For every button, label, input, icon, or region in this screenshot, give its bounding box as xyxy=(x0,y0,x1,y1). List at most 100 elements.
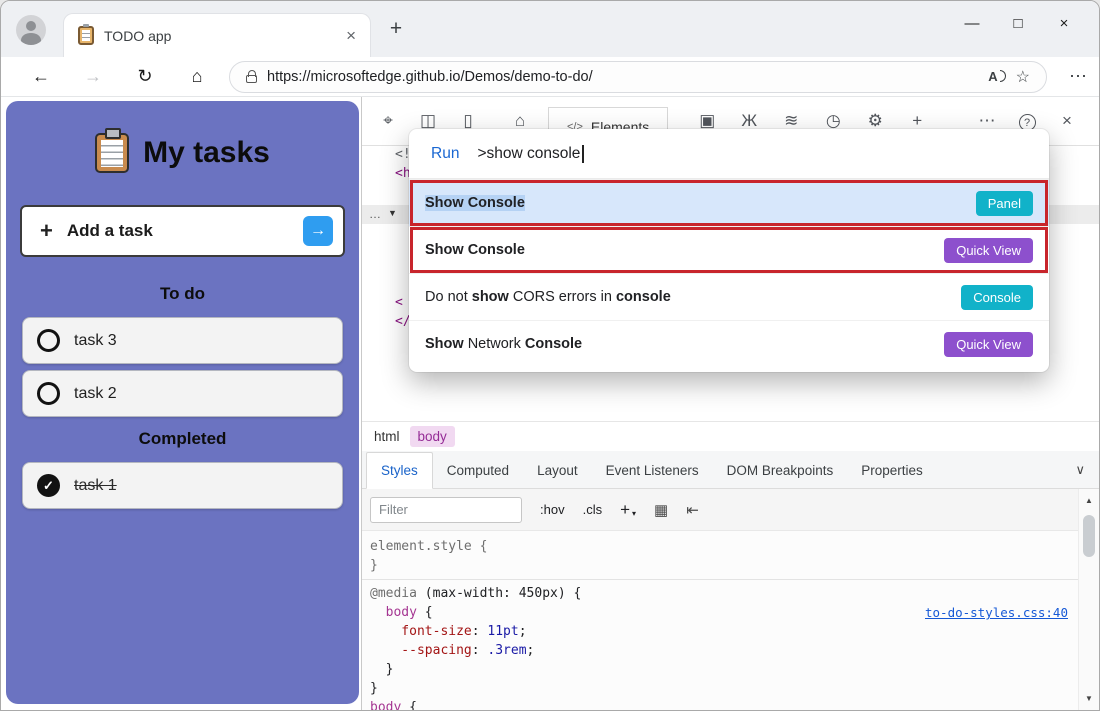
command-palette: Run >show console Show Console Panel Sho… xyxy=(409,129,1049,372)
todo-section-heading: To do xyxy=(6,284,359,304)
read-aloud-icon[interactable]: A xyxy=(988,69,1005,84)
clipboard-icon xyxy=(95,133,129,173)
devtools-menu-icon[interactable]: ⋯ xyxy=(967,111,1007,131)
css-property-font-size[interactable]: font-size: 11pt; xyxy=(370,622,1078,641)
plus-icon: + xyxy=(40,218,53,244)
tab-dom-breakpoints[interactable]: DOM Breakpoints xyxy=(713,453,848,488)
text-caret xyxy=(582,145,584,163)
result-label: Do not show CORS errors in console xyxy=(425,289,961,305)
css-close-brace[interactable]: } xyxy=(370,556,1078,575)
performance-tool-icon[interactable]: ◷ xyxy=(812,111,854,131)
todo-header: My tasks xyxy=(6,101,359,173)
tab-computed[interactable]: Computed xyxy=(433,453,523,488)
styles-toolbar: :hov .cls +▾ ▦ ⇤ xyxy=(362,489,1078,531)
filter-input[interactable] xyxy=(370,497,522,523)
lock-icon xyxy=(246,75,257,83)
tab-properties[interactable]: Properties xyxy=(847,453,937,488)
todo-app-panel: My tasks + Add a task → To do task 3 tas… xyxy=(6,101,359,704)
css-source-link[interactable]: to-do-styles.css:40 xyxy=(925,603,1068,622)
result-label: Show Network Console xyxy=(425,336,944,352)
maximize-button[interactable]: □ xyxy=(995,15,1041,32)
result-label: Show Console xyxy=(425,195,976,211)
css-media-query[interactable]: @media (max-width: 450px) { xyxy=(370,584,1078,603)
rule-divider xyxy=(362,579,1078,580)
settings-gear-icon[interactable]: ⚙ xyxy=(854,111,896,131)
task-row[interactable]: task 3 xyxy=(22,317,343,364)
scrollbar-thumb[interactable] xyxy=(1083,515,1095,557)
styles-pane: element.style { } @media (max-width: 450… xyxy=(362,531,1078,710)
devtools-home-icon[interactable]: ⌂ xyxy=(500,111,540,131)
close-window-button[interactable]: × xyxy=(1041,15,1087,32)
add-task-input[interactable]: + Add a task → xyxy=(20,205,345,257)
breadcrumb: html body xyxy=(362,421,1099,451)
close-devtools-icon[interactable]: × xyxy=(1047,111,1087,131)
result-show-console-panel[interactable]: Show Console Panel xyxy=(409,179,1049,226)
result-cors-errors[interactable]: Do not show CORS errors in console Conso… xyxy=(409,273,1049,320)
css-property-spacing[interactable]: --spacing: .3rem; xyxy=(370,641,1078,660)
network-conditions-icon[interactable]: ≋ xyxy=(770,111,812,131)
favorite-icon[interactable]: ☆ xyxy=(1016,67,1030,87)
css-next-rule-partial[interactable]: body { xyxy=(370,698,1078,710)
scrollbar[interactable]: ▲ ▼ xyxy=(1078,489,1099,710)
completed-section-heading: Completed xyxy=(6,429,359,449)
computed-sidebar-icon[interactable]: ⇤ xyxy=(686,501,699,519)
add-task-submit-button[interactable]: → xyxy=(303,216,333,246)
gutter-more-icon[interactable]: … xyxy=(369,207,381,221)
activity-bar-icon[interactable]: ▯ xyxy=(448,111,488,131)
task-checkbox[interactable] xyxy=(37,382,60,405)
device-toolbar-icon[interactable]: ◫ xyxy=(408,111,448,131)
back-icon[interactable]: ← xyxy=(15,66,67,87)
task-row[interactable]: ✓ task 1 xyxy=(22,462,343,509)
address-bar[interactable]: https://microsoftedge.github.io/Demos/de… xyxy=(229,61,1047,93)
css-close-brace[interactable]: } xyxy=(370,679,1078,698)
console-badge: Console xyxy=(961,285,1033,310)
breadcrumb-body[interactable]: body xyxy=(410,426,455,447)
cls-toggle[interactable]: .cls xyxy=(583,502,603,517)
new-tab-button[interactable]: + xyxy=(384,17,408,41)
chevron-down-icon[interactable]: ∨ xyxy=(1075,462,1085,478)
quick-view-badge: Quick View xyxy=(944,238,1033,263)
tab-close-icon[interactable]: × xyxy=(346,26,356,46)
tab-layout[interactable]: Layout xyxy=(523,453,592,488)
run-label: Run xyxy=(431,145,459,163)
command-input-row: Run >show console xyxy=(409,129,1049,179)
result-label: Show Console xyxy=(425,242,944,258)
task-checkbox-checked[interactable]: ✓ xyxy=(37,474,60,497)
tab-title: TODO app xyxy=(104,28,336,44)
navigation-bar: ← → ↻ ⌂ https://microsoftedge.github.io/… xyxy=(1,57,1099,97)
tab-styles[interactable]: Styles xyxy=(366,452,433,489)
result-network-console[interactable]: Show Network Console Quick View xyxy=(409,320,1049,367)
scroll-down-icon[interactable]: ▼ xyxy=(1079,694,1099,703)
task-checkbox[interactable] xyxy=(37,329,60,352)
inspect-icon[interactable]: ⌖ xyxy=(368,111,408,131)
browser-tab[interactable]: TODO app × xyxy=(63,13,371,57)
sidebar-tabs: Styles Computed Layout Event Listeners D… xyxy=(362,451,1099,489)
new-style-rule-button[interactable]: +▾ xyxy=(620,500,636,520)
tab-event-listeners[interactable]: Event Listeners xyxy=(592,453,713,488)
command-input[interactable]: >show console xyxy=(477,145,583,163)
flexbox-editor-icon[interactable]: ▦ xyxy=(654,501,668,519)
breadcrumb-html[interactable]: html xyxy=(374,429,400,444)
browser-menu-icon[interactable]: ⋯ xyxy=(1057,66,1099,87)
hov-toggle[interactable]: :hov xyxy=(540,502,565,517)
task-row[interactable]: task 2 xyxy=(22,370,343,417)
add-tools-icon[interactable]: + xyxy=(896,111,938,131)
forward-icon[interactable]: → xyxy=(67,66,119,87)
caret-down-icon: ▾ xyxy=(632,509,636,518)
console-tool-icon[interactable]: ▣ xyxy=(686,111,728,131)
result-show-console-quickview[interactable]: Show Console Quick View xyxy=(409,226,1049,273)
scroll-up-icon[interactable]: ▲ xyxy=(1079,496,1099,505)
home-icon[interactable]: ⌂ xyxy=(171,66,223,87)
refresh-icon[interactable]: ↻ xyxy=(119,66,171,87)
task-label: task 2 xyxy=(74,385,117,403)
profile-avatar[interactable] xyxy=(16,15,46,45)
css-element-style-rule[interactable]: element.style { xyxy=(370,537,1078,556)
dom-node-tag[interactable]: < xyxy=(395,295,403,310)
css-close-brace[interactable]: } xyxy=(370,660,1078,679)
tab-favicon-icon xyxy=(78,26,94,45)
expander-icon[interactable]: ▼ xyxy=(388,208,397,218)
issues-tool-icon[interactable]: Ж xyxy=(728,111,770,131)
url-text[interactable]: https://microsoftedge.github.io/Demos/de… xyxy=(267,69,978,85)
minimize-button[interactable]: — xyxy=(949,15,995,32)
page-title: My tasks xyxy=(143,136,270,170)
